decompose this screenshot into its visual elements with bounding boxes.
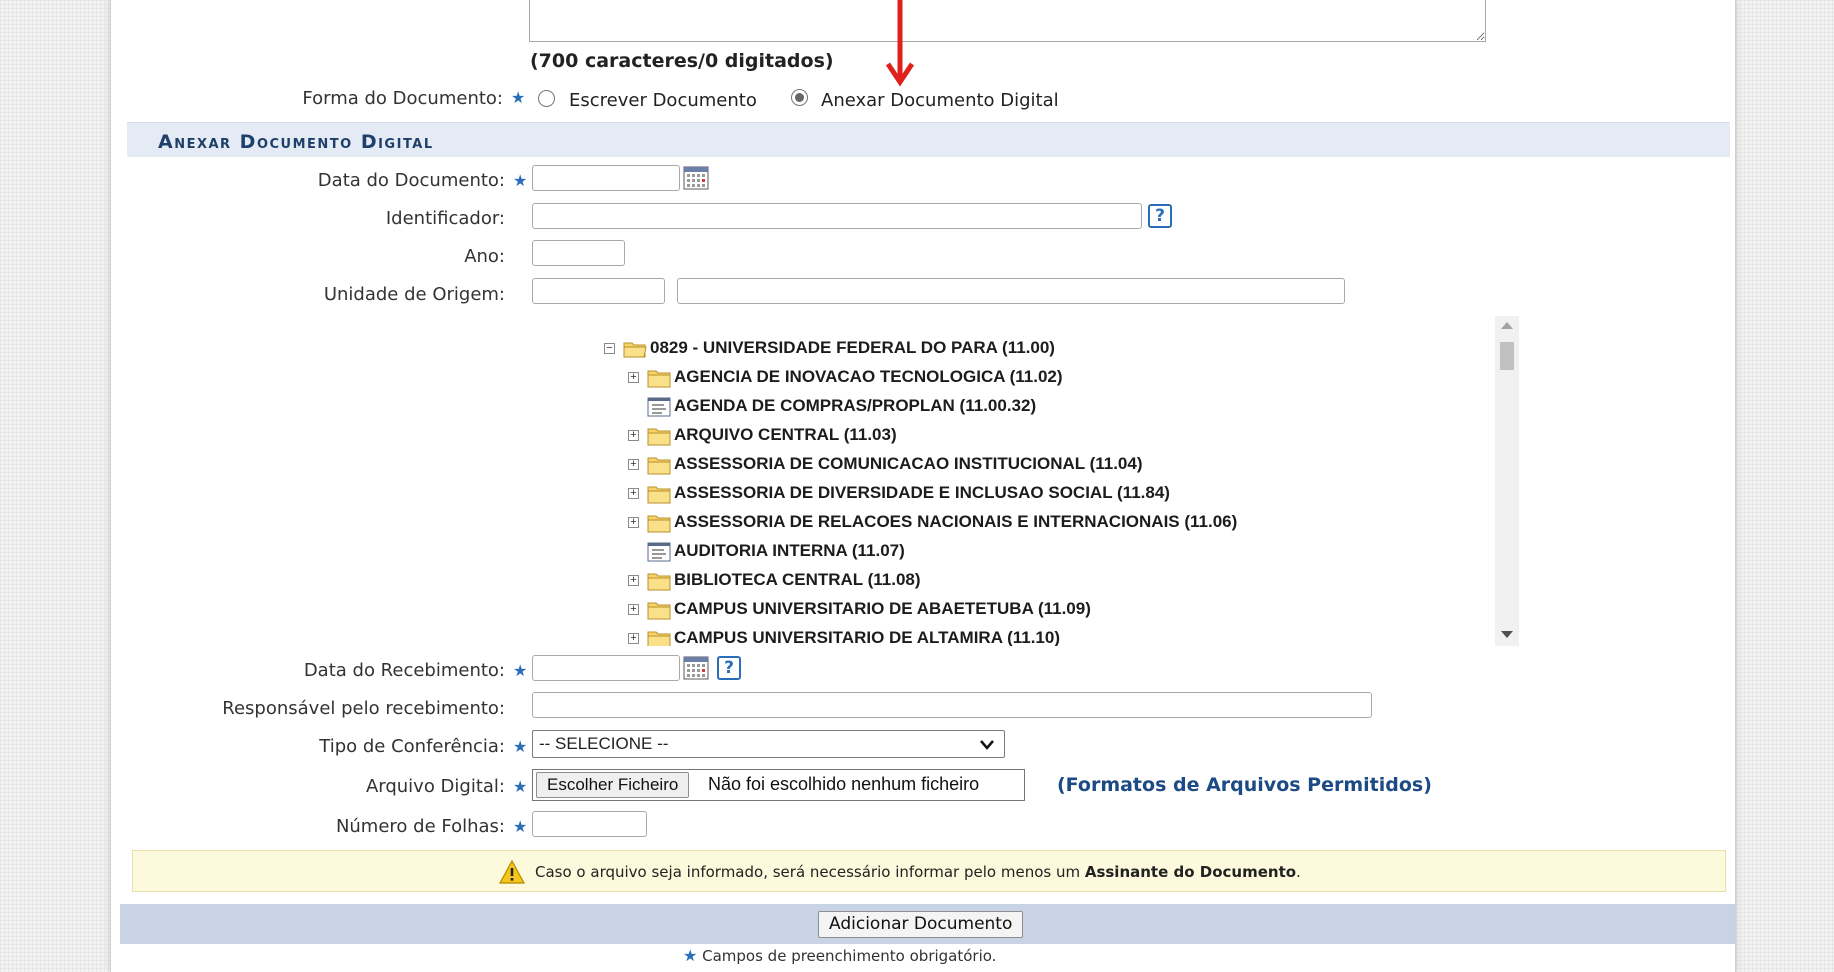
chevron-down-icon [980,740,994,750]
required-star-icon: ★ [511,88,526,107]
folder-open-icon [623,342,647,358]
folder-icon [647,515,671,533]
forma-label: Forma do Documento: [250,88,503,109]
required-star-icon: ★ [513,661,528,680]
data-documento-label: Data do Documento: [317,170,505,191]
collapse-icon[interactable]: − [604,343,615,354]
responsavel-input[interactable] [532,692,1372,718]
section-header-anexar: Anexar Documento Digital [127,122,1730,157]
observacao-textarea[interactable] [529,0,1486,42]
help-icon[interactable]: ? [1148,204,1172,228]
arquivo-digital-input[interactable]: Escolher Ficheiro Não foi escolhido nenh… [532,769,1025,801]
tree-item-label: ASSESSORIA DE DIVERSIDADE E INCLUSAO SOC… [674,483,1170,502]
folder-icon [647,370,671,388]
required-star-icon: ★ [513,817,528,836]
section-title: Anexar Documento Digital [158,131,434,153]
radio-anexar-documento[interactable] [791,89,808,106]
unidade-nome-input[interactable] [677,278,1345,304]
tree-item-label: ASSESSORIA DE RELACOES NACIONAIS E INTER… [674,512,1238,531]
document-icon [647,397,671,417]
radio-anexar-label[interactable]: Anexar Documento Digital [821,90,1059,111]
required-star-icon: ★ [513,737,528,756]
warning-icon [499,860,525,884]
identificador-label: Identificador: [385,208,505,229]
unidade-codigo-input[interactable] [532,278,665,304]
tree-scrollbar[interactable] [1495,316,1519,646]
ano-label: Ano: [464,246,505,267]
scroll-up-icon[interactable] [1501,322,1513,329]
tree-item-label: AUDITORIA INTERNA (11.07) [674,541,905,560]
required-star-icon: ★ [683,946,698,965]
unidade-tree[interactable]: − 0829 - UNIVERSIDADE FEDERAL DO PARA (1… [580,316,1518,646]
tipo-conferencia-value: -- SELECIONE -- [539,734,669,753]
required-star-icon: ★ [513,171,528,190]
tipo-conferencia-label: Tipo de Conferência: [319,736,505,757]
identificador-input[interactable] [532,203,1142,229]
numero-folhas-input[interactable] [532,811,647,837]
tipo-conferencia-select[interactable]: -- SELECIONE -- [532,730,1005,758]
scroll-thumb[interactable] [1500,342,1514,370]
folder-icon [647,602,671,620]
calendar-icon[interactable] [683,166,709,190]
folder-icon [647,573,671,591]
document-icon [647,542,671,562]
scroll-down-icon[interactable] [1501,631,1513,638]
expand-icon[interactable]: + [628,575,639,586]
expand-icon[interactable]: + [628,459,639,470]
folder-icon [647,631,671,646]
file-status: Não foi escolhido nenhum ficheiro [708,774,980,794]
radio-escrever-label[interactable]: Escrever Documento [569,90,757,111]
tree-item-label: ASSESSORIA DE COMUNICACAO INSTITUCIONAL … [674,454,1143,473]
ano-input[interactable] [532,240,625,266]
tree-item-label: CAMPUS UNIVERSITARIO DE ALTAMIRA (11.10) [674,628,1060,646]
responsavel-label: Responsável pelo recebimento: [222,698,505,719]
tree-item-label: AGENDA DE COMPRAS/PROPLAN (11.00.32) [674,396,1037,415]
required-star-icon: ★ [513,777,528,796]
expand-icon[interactable]: + [628,372,639,383]
data-recebimento-label: Data do Recebimento: [303,660,505,681]
tree-root-label: 0829 - UNIVERSIDADE FEDERAL DO PARA (11.… [650,338,1055,357]
expand-icon[interactable]: + [628,430,639,441]
required-note-text: Campos de preenchimento obrigatório. [702,947,997,965]
numero-folhas-label: Número de Folhas: [335,816,505,837]
help-icon[interactable]: ? [717,656,741,680]
warning-text: Caso o arquivo seja informado, será nece… [535,863,1301,881]
expand-icon[interactable]: + [628,633,639,644]
tree-item-label: ARQUIVO CENTRAL (11.03) [674,425,897,444]
radio-escrever-documento[interactable] [538,90,555,107]
forma-label-text: Forma do Documento: [302,88,503,109]
folder-icon [647,486,671,504]
data-recebimento-input[interactable] [532,655,680,681]
expand-icon[interactable]: + [628,517,639,528]
expand-icon[interactable]: + [628,604,639,615]
tree-item-label: BIBLIOTECA CENTRAL (11.08) [674,570,921,589]
warning-text-end: . [1296,863,1301,881]
required-note: ★ Campos de preenchimento obrigatório. [683,946,996,965]
warning-box: Caso o arquivo seja informado, será nece… [132,850,1726,892]
tree-item-label: AGENCIA DE INOVACAO TECNOLOGICA (11.02) [674,367,1063,386]
formats-link[interactable]: (Formatos de Arquivos Permitidos) [1057,774,1432,796]
char-counter: (700 caracteres/0 digitados) [530,50,834,72]
warning-text-main: Caso o arquivo seja informado, será nece… [535,863,1085,881]
annotation-arrow-icon [885,0,915,87]
warning-text-bold: Assinante do Documento [1084,863,1297,881]
data-documento-input[interactable] [532,165,680,191]
folder-icon [647,428,671,446]
choose-file-button[interactable]: Escolher Ficheiro [536,772,690,798]
arquivo-digital-label: Arquivo Digital: [365,776,505,797]
expand-icon[interactable]: + [628,488,639,499]
tree-item-label: CAMPUS UNIVERSITARIO DE ABAETETUBA (11.0… [674,599,1091,618]
adicionar-documento-button[interactable]: Adicionar Documento [818,911,1024,938]
folder-icon [647,457,671,475]
calendar-icon[interactable] [683,656,709,680]
unidade-origem-label: Unidade de Origem: [323,284,505,305]
